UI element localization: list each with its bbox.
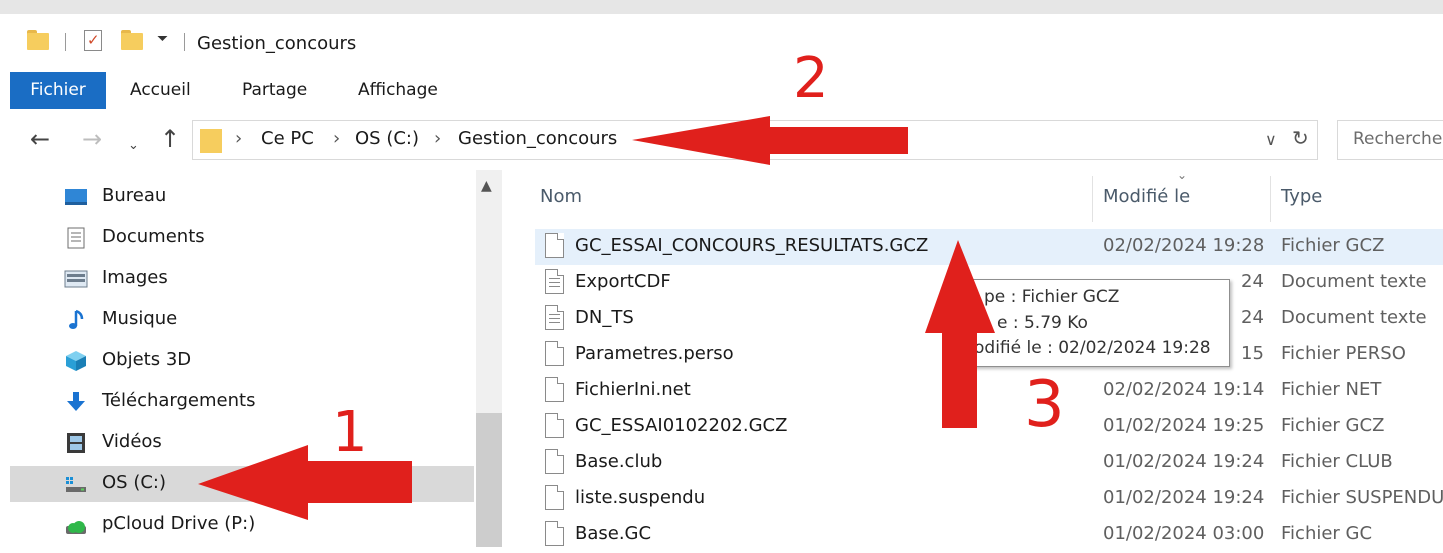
annotation-layer [198, 116, 995, 520]
annotation-arrow-1 [198, 445, 412, 520]
annotation-number-1: 1 [332, 400, 368, 465]
annotation-number-2: 2 [793, 46, 829, 111]
annotation-number-3: 3 [1024, 368, 1065, 442]
annotation-arrow-3 [925, 240, 995, 428]
annotation-arrow-2 [632, 116, 908, 165]
